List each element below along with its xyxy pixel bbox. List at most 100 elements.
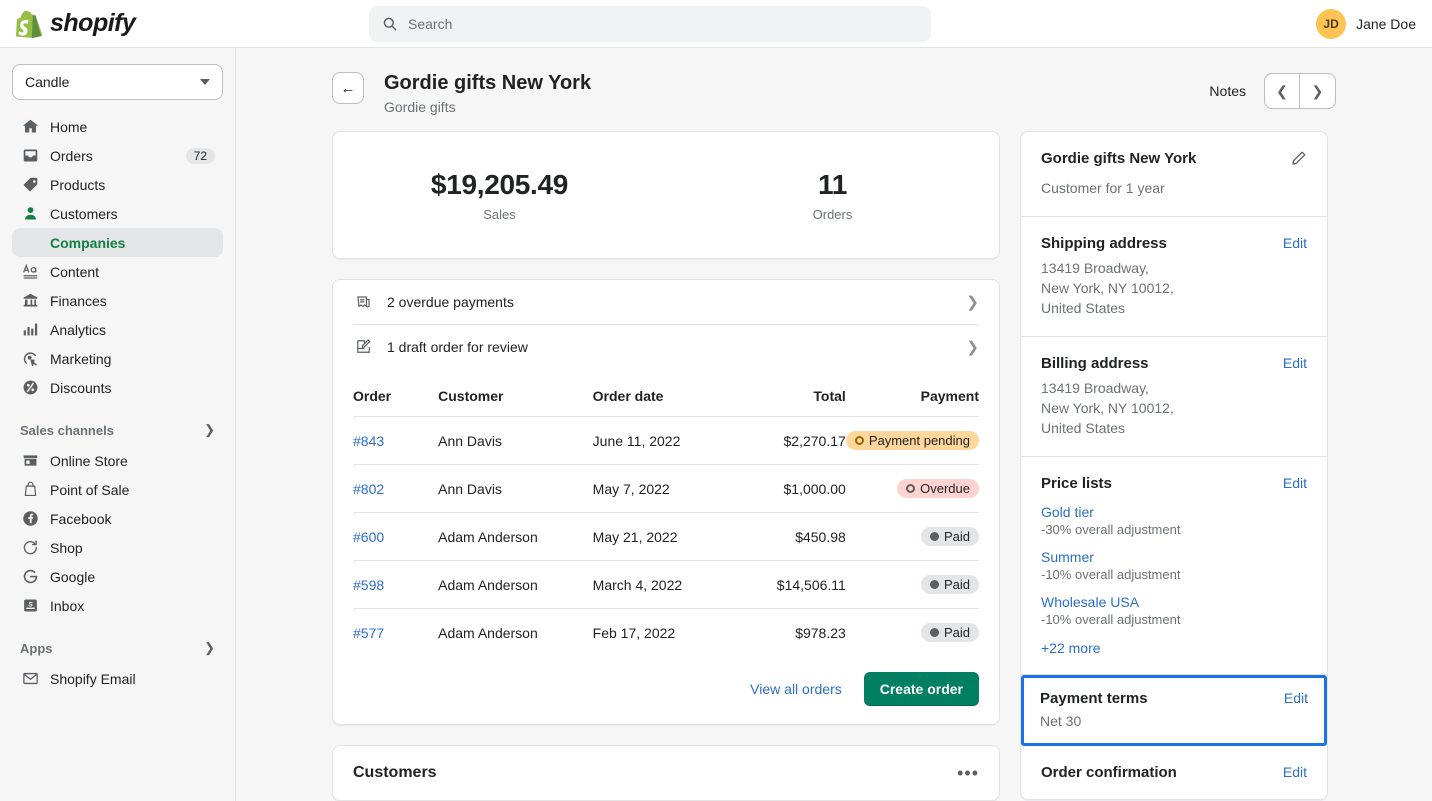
address-line: 13419 Broadway, [1041,378,1307,398]
edit-shipping-address-link[interactable]: Edit [1283,235,1307,251]
sidebar-item-google[interactable]: Google [12,562,223,591]
sidebar-item-shopify-email[interactable]: Shopify Email [12,664,223,693]
alert-text: 1 draft order for review [387,339,952,355]
page-subtitle: Gordie gifts [384,99,1209,115]
price-list-adjustment: -10% overall adjustment [1041,567,1307,582]
sidebar-item-point-of-sale[interactable]: Point of Sale [12,475,223,504]
table-row: #843 Ann Davis June 11, 2022 $2,270.17 P… [353,417,979,465]
search-input[interactable]: Search [369,6,931,42]
sidebar-item-content[interactable]: Content [12,257,223,286]
sidebar-item-shop[interactable]: Shop [12,533,223,562]
order-link[interactable]: #843 [353,433,384,449]
content-columns: $19,205.49 Sales 11 Orders 2 overdue pay… [236,115,1432,801]
discounts-percent-icon [20,378,40,398]
cell-order-date: May 7, 2022 [593,465,738,513]
create-order-button[interactable]: Create order [864,672,979,706]
chevron-right-icon: ❯ [966,293,979,311]
price-lists-more-link[interactable]: +22 more [1041,640,1307,656]
shopify-logo[interactable]: shopify [0,9,236,38]
payment-terms-highlight: Payment terms Edit Net 30 [1021,675,1327,746]
apps-header[interactable]: Apps ❯ [12,632,223,664]
chevron-down-icon [200,79,210,85]
sidebar-item-home[interactable]: Home [12,112,223,141]
cell-customer: Ann Davis [438,417,593,465]
edit-payment-terms-link[interactable]: Edit [1284,690,1308,706]
shopify-bag-icon [16,10,42,38]
next-button[interactable]: ❯ [1300,73,1336,109]
notes-button[interactable]: Notes [1209,83,1246,99]
payment-terms-section: Payment terms Edit Net 30 [1024,678,1324,743]
order-link[interactable]: #802 [353,481,384,497]
table-header-row: Order Customer Order date Total Payment [353,382,979,417]
sidebar-item-label: Customers [50,206,215,222]
cell-customer: Adam Anderson [438,561,593,609]
store-switcher[interactable]: Candle [12,64,223,100]
price-list-link[interactable]: Summer [1041,549,1307,565]
stat-value: $19,205.49 [333,169,666,201]
sidebar-item-label: Online Store [50,453,215,469]
back-button[interactable]: ← [332,72,364,104]
sidebar-item-analytics[interactable]: Analytics [12,315,223,344]
analytics-bars-icon [20,320,40,340]
content-text-icon [20,262,40,282]
table-row: #577 Adam Anderson Feb 17, 2022 $978.23 … [353,609,979,657]
order-link[interactable]: #600 [353,529,384,545]
payment-terms-title: Payment terms [1040,690,1148,707]
sidebar-item-label: Shop [50,540,215,556]
status-dot-icon [930,580,939,589]
edit-price-lists-link[interactable]: Edit [1283,475,1307,491]
sidebar-item-marketing[interactable]: Marketing [12,344,223,373]
sidebar-item-orders[interactable]: Orders 72 [12,141,223,170]
edit-billing-address-link[interactable]: Edit [1283,355,1307,371]
order-link[interactable]: #577 [353,625,384,641]
stat-label: Orders [666,207,999,222]
price-list-adjustment: -30% overall adjustment [1041,522,1307,537]
sidebar-item-products[interactable]: Products [12,170,223,199]
order-link[interactable]: #598 [353,577,384,593]
shipping-address-section: Shipping address Edit 13419 Broadway, Ne… [1021,217,1327,337]
price-list-link[interactable]: Gold tier [1041,504,1307,520]
sidebar-item-inbox[interactable]: S Inbox [12,591,223,620]
apps-label: Apps [20,641,53,656]
home-icon [20,117,40,137]
sales-channels-header[interactable]: Sales channels ❯ [12,414,223,446]
sidebar-item-label: Companies [50,235,215,251]
user-menu[interactable]: JD Jane Doe [1316,9,1416,39]
alert-overdue-payments[interactable]: 2 overdue payments ❯ [353,280,979,324]
sidebar-item-customers[interactable]: Customers [12,199,223,228]
arrow-left-icon: ← [341,80,356,97]
draft-order-icon [353,337,373,357]
order-confirmation-title: Order confirmation [1041,764,1177,781]
chevron-right-icon: ❯ [966,338,979,356]
store-name: Candle [25,74,69,90]
col-customer: Customer [438,382,593,417]
col-order: Order [353,382,438,417]
secondary-column: Gordie gifts New York Customer for 1 yea… [1020,131,1328,800]
avatar: JD [1316,9,1346,39]
previous-button[interactable]: ❮ [1264,73,1300,109]
status-badge: Payment pending [846,431,979,450]
header-actions: Notes ❮ ❯ [1209,73,1336,109]
finances-bank-icon [20,291,40,311]
sidebar-item-companies[interactable]: Companies [12,228,223,257]
stat-value: 11 [666,169,999,201]
cell-total: $2,270.17 [738,417,846,465]
view-all-orders-link[interactable]: View all orders [750,681,842,697]
google-icon [20,567,40,587]
pencil-icon[interactable] [1290,150,1307,172]
sidebar-item-discounts[interactable]: Discounts [12,373,223,402]
alert-draft-order[interactable]: 1 draft order for review ❯ [353,324,979,368]
ellipsis-icon[interactable]: ••• [957,768,979,778]
edit-order-confirmation-link[interactable]: Edit [1283,764,1307,780]
price-list-link[interactable]: Wholesale USA [1041,594,1307,610]
marketing-target-icon [20,349,40,369]
stat-label: Sales [333,207,666,222]
sidebar-item-facebook[interactable]: Facebook [12,504,223,533]
sidebar-item-finances[interactable]: Finances [12,286,223,315]
pagination: ❮ ❯ [1264,73,1336,109]
status-badge: Paid [921,623,979,642]
status-badge: Paid [921,527,979,546]
orders-icon [20,146,40,166]
sidebar-item-online-store[interactable]: Online Store [12,446,223,475]
chevron-right-icon: ❯ [204,422,215,438]
